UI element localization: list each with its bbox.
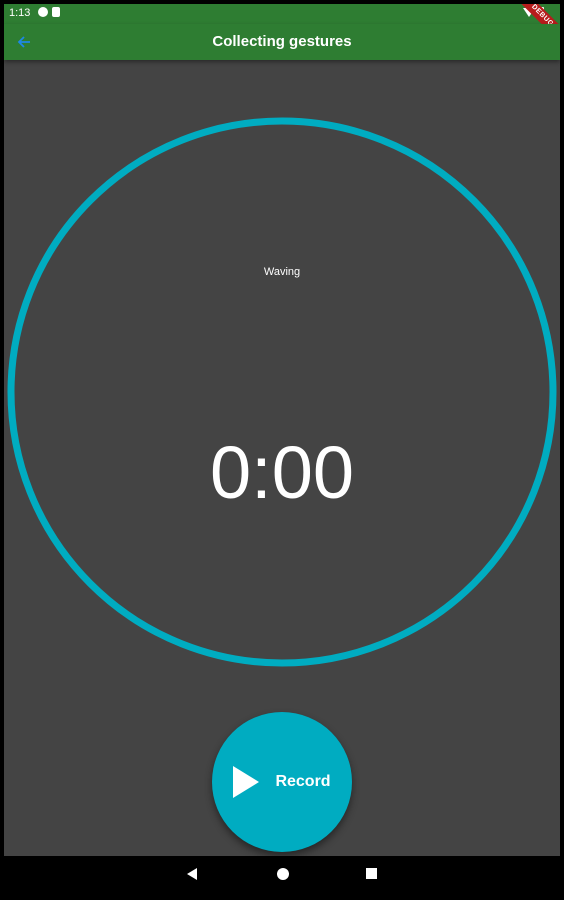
play-icon bbox=[233, 766, 260, 798]
page-title: Collecting gestures bbox=[212, 33, 352, 50]
nav-home-icon[interactable] bbox=[277, 868, 289, 880]
timer-display: 0:00 bbox=[209, 431, 355, 514]
timer-ring bbox=[7, 117, 557, 667]
app-bar: Collecting gestures bbox=[4, 24, 560, 60]
record-button[interactable]: Record bbox=[212, 712, 352, 852]
record-label: Record bbox=[275, 773, 331, 790]
nav-recents-icon[interactable] bbox=[366, 868, 377, 879]
gesture-label: Waving bbox=[263, 266, 301, 278]
notification-icon bbox=[38, 7, 48, 17]
device-frame: 1:13 DEBUG Collecting gestures Waving 0:… bbox=[0, 0, 564, 900]
status-time: 1:13 bbox=[9, 7, 31, 19]
app-screen: 1:13 DEBUG Collecting gestures Waving 0:… bbox=[4, 4, 560, 892]
nav-back-icon[interactable] bbox=[187, 868, 197, 880]
status-bar: 1:13 DEBUG bbox=[4, 4, 560, 49]
navigation-bar bbox=[4, 856, 560, 892]
sd-card-icon bbox=[52, 7, 60, 17]
notification-icons bbox=[38, 7, 60, 17]
